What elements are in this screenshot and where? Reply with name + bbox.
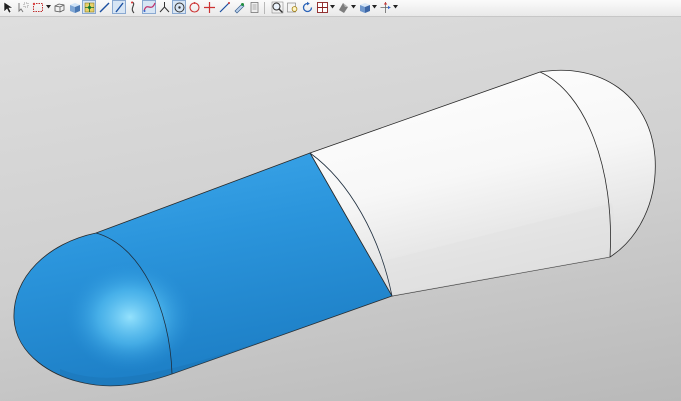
- blue-cap-highlight: [66, 263, 194, 371]
- snap-grid-icon: [83, 1, 96, 14]
- chevron-down-icon: [329, 5, 335, 9]
- wireframe-box-icon: [53, 1, 66, 14]
- line-icon: [98, 1, 111, 14]
- extend-line-tool-button[interactable]: [217, 0, 231, 14]
- rotate-icon: [301, 1, 314, 14]
- orient-arrows-icon: [379, 1, 392, 14]
- shaded-cube-icon: [68, 1, 81, 14]
- wireframe-view-button[interactable]: [52, 0, 66, 14]
- line-tool-button[interactable]: [97, 0, 111, 14]
- select-filter-button[interactable]: [16, 0, 30, 14]
- render-style-button[interactable]: [336, 0, 350, 14]
- zoom-fit-icon: [271, 1, 284, 14]
- chevron-down-icon: [45, 5, 51, 9]
- main-toolbar: [0, 0, 681, 17]
- extend-line-icon: [218, 1, 231, 14]
- cross-point-tool-button[interactable]: [202, 0, 216, 14]
- cube-icon: [358, 1, 371, 14]
- view-layout-dropdown[interactable]: [329, 0, 335, 14]
- circle-center-tool-button[interactable]: [172, 0, 186, 14]
- circle-icon: [188, 1, 201, 14]
- view-layout-button[interactable]: [315, 0, 329, 14]
- chevron-down-icon: [350, 5, 356, 9]
- marquee-select-button[interactable]: [31, 0, 45, 14]
- zoom-window-icon: [286, 1, 299, 14]
- render-style-dropdown[interactable]: [350, 0, 356, 14]
- cad-app-window: [0, 0, 681, 401]
- render-style-icon: [337, 1, 350, 14]
- orient-view-dropdown[interactable]: [392, 0, 398, 14]
- dashed-rectangle-icon: [32, 1, 45, 14]
- select-cursor-button[interactable]: [1, 0, 15, 14]
- snap-points-button[interactable]: [82, 0, 96, 14]
- chevron-down-icon: [371, 5, 377, 9]
- shaded-cube-dropdown[interactable]: [371, 0, 377, 14]
- orient-view-button[interactable]: [378, 0, 392, 14]
- curve-icon: [128, 0, 141, 14]
- sheet-tool-button[interactable]: [247, 0, 261, 14]
- 3d-viewport[interactable]: [0, 17, 681, 401]
- marquee-select-dropdown[interactable]: [45, 0, 51, 14]
- zoom-window-button[interactable]: [285, 0, 299, 14]
- shaded-cube-button[interactable]: [357, 0, 371, 14]
- axis-line-tool-button[interactable]: [112, 0, 126, 14]
- spline-icon: [142, 1, 156, 14]
- capsule-model: [13, 69, 656, 387]
- crosshair-icon: [203, 1, 216, 14]
- diagonal-line-icon: [113, 1, 126, 14]
- angle-tool-button[interactable]: [157, 0, 171, 14]
- circle-tool-button[interactable]: [187, 0, 201, 14]
- cursor-icon: [2, 0, 15, 14]
- rotate-view-button[interactable]: [300, 0, 314, 14]
- chevron-down-icon: [392, 5, 398, 9]
- curve-tool-button[interactable]: [127, 0, 141, 14]
- circle-center-icon: [173, 1, 186, 14]
- measure-icon: [233, 1, 246, 14]
- zoom-fit-button[interactable]: [270, 0, 284, 14]
- layout-grid-icon: [316, 1, 329, 14]
- measure-tool-button[interactable]: [232, 0, 246, 14]
- filter-selection-icon: [17, 1, 30, 14]
- spline-tool-button[interactable]: [142, 0, 156, 14]
- toolbar-separator: [264, 2, 265, 14]
- shaded-view-button[interactable]: [67, 0, 81, 14]
- angle-icon: [158, 1, 171, 14]
- sheet-icon: [248, 1, 261, 14]
